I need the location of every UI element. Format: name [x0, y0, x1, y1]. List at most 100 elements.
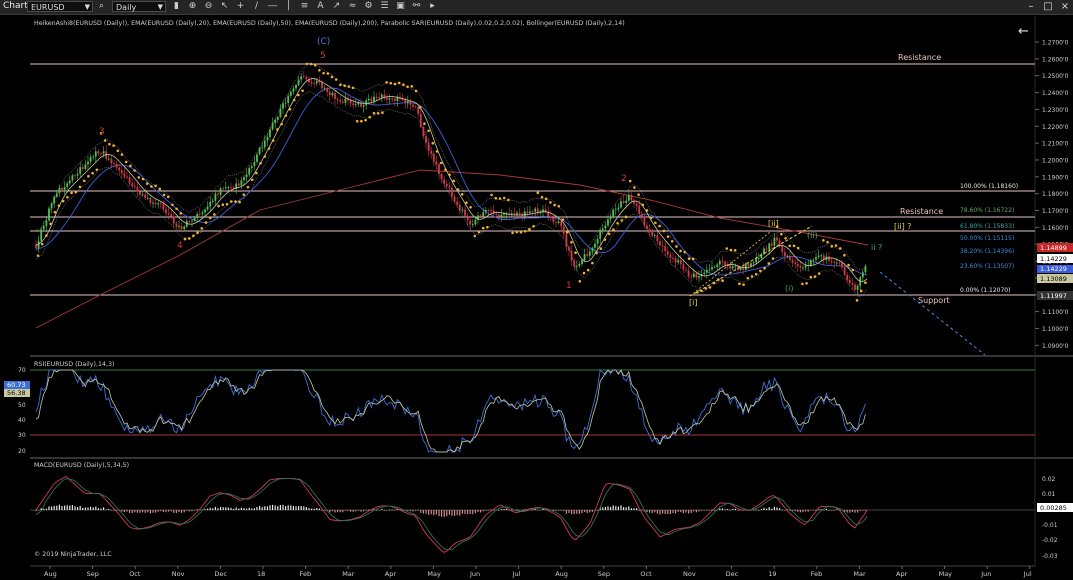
fib-level-label: 78.60% (1.16722)	[960, 207, 1014, 214]
sar-dot	[742, 283, 745, 286]
wave-label-3: 3	[99, 127, 105, 137]
instrument-search-icon[interactable]: ⌕	[96, 1, 107, 12]
arrow-tool-icon[interactable]: ↗	[331, 1, 342, 12]
time-tick-label: Sep	[87, 570, 99, 578]
title-bar: Chart EURUSD ▼ ⌕ Daily ▼ ▮ ⊕ ⊖ ↖ + / ― │ ≡…	[0, 0, 1073, 15]
macd-hist-bar	[90, 506, 92, 510]
sar-dot	[675, 245, 678, 248]
candle-body	[412, 104, 414, 107]
macd-hist-bar	[264, 506, 266, 510]
fibonacci-icon[interactable]: ≡	[299, 1, 310, 12]
horizontal-line-icon[interactable]: ―	[267, 1, 278, 12]
macd-hist-bar	[243, 508, 245, 510]
candle-body	[731, 266, 734, 269]
macd-hist-bar	[274, 505, 276, 510]
sar-dot	[759, 269, 762, 273]
back-arrow-icon[interactable]: ←	[1018, 24, 1029, 39]
sar-dot	[402, 83, 405, 86]
candle-body	[427, 142, 430, 151]
snapshot-icon[interactable]: ▣	[395, 1, 406, 12]
bar-type-icon[interactable]: ▮	[171, 1, 182, 12]
macd-hist-bar	[40, 508, 42, 510]
chart-trader-icon[interactable]: ▸	[427, 1, 438, 12]
candle-body	[456, 201, 459, 205]
fib-level-label: 0.00% (1.12070)	[960, 287, 1010, 294]
zoom-out-icon[interactable]: ⊖	[203, 1, 214, 12]
candle-body	[323, 88, 326, 89]
crosshair-icon[interactable]: +	[235, 1, 246, 12]
sar-dot	[351, 86, 355, 90]
sar-dot	[229, 200, 233, 203]
vertical-line-icon[interactable]: │	[283, 1, 294, 12]
svg-text:0.00285: 0.00285	[1040, 504, 1067, 512]
candle-body	[237, 183, 240, 186]
text-tool-icon[interactable]: A	[315, 1, 326, 12]
close-button[interactable]: ×	[1057, 0, 1073, 14]
macd-hist-bar	[862, 510, 864, 511]
properties-icon[interactable]: ☰	[379, 1, 390, 12]
candle-body	[601, 228, 604, 230]
macd-hist-bar	[38, 510, 40, 511]
time-axis[interactable]: Aug Sep Oct Nov Dec 18 Feb Mar Apr May Jun Jul Aug Se…	[44, 566, 1032, 578]
draw-line-icon[interactable]: /	[251, 1, 262, 12]
macd-hist-bar	[571, 510, 573, 515]
macd-hist-bar	[519, 509, 521, 511]
macd-hist-bar	[615, 506, 617, 510]
macd-hist-bar	[581, 510, 583, 514]
macd-hist-bar	[251, 508, 253, 510]
candle-body	[490, 210, 492, 211]
macd-hist-bar	[269, 505, 271, 510]
sar-dot	[284, 114, 288, 117]
sar-dot	[129, 164, 132, 168]
macd-hist-bar	[654, 510, 656, 513]
macd-hist-bar	[844, 510, 846, 512]
sar-dot	[725, 247, 729, 250]
candle-body	[773, 237, 776, 246]
instrument-selector[interactable]: EURUSD ▼	[27, 1, 93, 12]
zoom-in-icon[interactable]: ⊕	[187, 1, 198, 12]
macd-hist-bar	[142, 510, 144, 513]
sar-dot	[213, 213, 216, 216]
candle-body	[48, 208, 50, 221]
candle-body	[659, 241, 661, 246]
candle-body	[35, 245, 37, 248]
candle-body	[796, 263, 799, 267]
candle-body	[211, 200, 214, 202]
indicators-icon[interactable]: ≈	[347, 1, 358, 12]
macd-hist-bar	[646, 510, 648, 513]
candle-body	[115, 163, 118, 168]
candle-body	[677, 260, 680, 263]
candle-body	[139, 191, 141, 195]
minimize-button[interactable]: –	[1023, 0, 1039, 14]
candle-body	[128, 177, 131, 184]
maximize-button[interactable]: □	[1040, 0, 1056, 14]
candle-body	[786, 255, 789, 257]
sar-dot	[418, 106, 422, 109]
candle-body	[734, 265, 737, 267]
macd-hist-bar	[779, 508, 781, 510]
macd-hist-bar	[433, 510, 435, 516]
cursor-icon[interactable]: ↖	[219, 1, 230, 12]
chart-canvas[interactable]: HeikenAshi8(EURUSD (Daily)), EMA(EURUSD …	[0, 14, 1073, 580]
macd-hist-bar	[721, 508, 723, 510]
candle-body	[201, 212, 204, 215]
candle-body	[713, 266, 716, 268]
candle-body	[152, 202, 154, 204]
macd-hist-bar	[173, 510, 175, 513]
sar-dot	[570, 241, 573, 244]
macd-hist-bar	[386, 510, 388, 511]
interval-selector[interactable]: Daily ▼	[112, 1, 166, 12]
link-icon[interactable]: ⚯	[411, 1, 422, 12]
macd-hist-bar	[240, 507, 242, 510]
candle-body	[178, 225, 180, 227]
price-tick-label: 1.1100'0	[1042, 309, 1069, 316]
sar-dot	[255, 171, 258, 175]
candle-body	[425, 136, 427, 143]
candle-body	[419, 113, 422, 127]
macd-hist-bar	[828, 509, 830, 511]
macd-tick-label: 0.01	[1042, 491, 1056, 498]
candle-body	[555, 222, 557, 223]
macd-hist-bar	[222, 507, 224, 510]
strategies-icon[interactable]: ⚙	[363, 1, 374, 12]
macd-hist-bar	[773, 506, 775, 510]
